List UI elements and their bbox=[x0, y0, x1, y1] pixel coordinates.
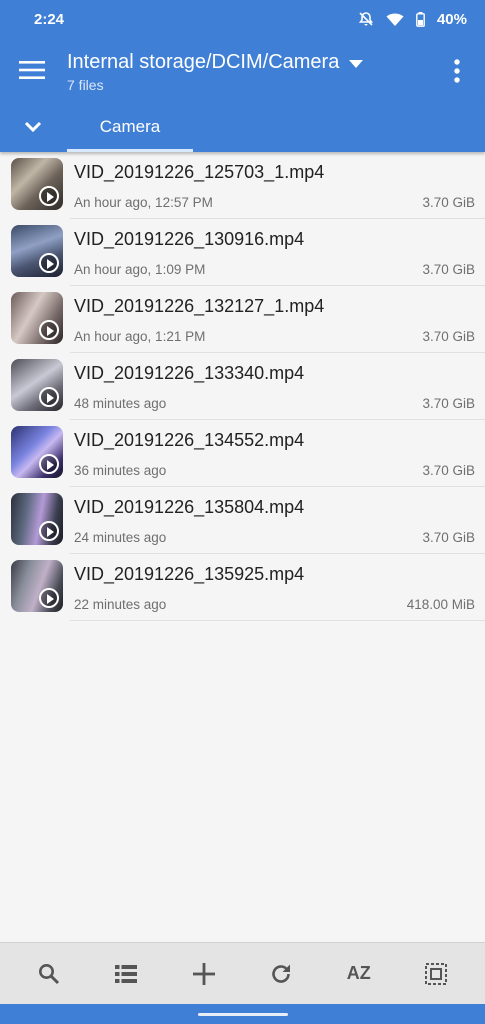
notifications-off-icon bbox=[358, 12, 374, 26]
page-title: Internal storage/DCIM/Camera bbox=[67, 51, 340, 73]
file-date: 48 minutes ago bbox=[74, 396, 167, 411]
status-bar: 2:24 40% bbox=[0, 0, 485, 38]
select-all-button[interactable] bbox=[414, 952, 458, 996]
file-date: An hour ago, 12:57 PM bbox=[74, 195, 213, 210]
search-button[interactable] bbox=[27, 952, 71, 996]
tab-label: Camera bbox=[99, 117, 161, 136]
file-row[interactable]: VID_20191226_130916.mp4 An hour ago, 1:0… bbox=[0, 219, 485, 286]
file-row[interactable]: VID_20191226_133340.mp4 48 minutes ago 3… bbox=[0, 353, 485, 420]
overflow-menu-button[interactable] bbox=[445, 56, 469, 86]
divider bbox=[70, 620, 485, 621]
file-size: 418.00 MiB bbox=[406, 597, 475, 612]
status-time: 2:24 bbox=[34, 10, 65, 28]
file-list: VID_20191226_125703_1.mp4 An hour ago, 1… bbox=[0, 152, 485, 621]
file-name: VID_20191226_125703_1.mp4 bbox=[74, 162, 325, 182]
battery-percent: 40% bbox=[436, 10, 467, 28]
file-date: 36 minutes ago bbox=[74, 463, 167, 478]
sort-label: AZ bbox=[346, 963, 371, 983]
file-name: VID_20191226_132127_1.mp4 bbox=[74, 296, 325, 316]
chevron-down-icon bbox=[24, 121, 42, 133]
refresh-button[interactable] bbox=[259, 952, 303, 996]
search-icon bbox=[38, 963, 59, 984]
file-name: VID_20191226_135925.mp4 bbox=[74, 564, 305, 584]
file-name: VID_20191226_134552.mp4 bbox=[74, 430, 305, 450]
path-selector[interactable]: Internal storage/DCIM/Camera 7 files bbox=[67, 50, 364, 94]
add-button[interactable] bbox=[182, 952, 226, 996]
refresh-icon bbox=[272, 964, 291, 983]
play-icon bbox=[39, 387, 59, 407]
list-view-icon bbox=[115, 964, 138, 983]
file-row[interactable]: VID_20191226_134552.mp4 36 minutes ago 3… bbox=[0, 420, 485, 487]
play-icon bbox=[39, 320, 59, 340]
play-icon bbox=[39, 454, 59, 474]
wifi-icon bbox=[386, 13, 404, 26]
hamburger-menu-icon bbox=[19, 61, 45, 79]
home-gesture-handle[interactable] bbox=[198, 1013, 288, 1016]
tab-bar: Camera bbox=[0, 102, 485, 152]
file-row[interactable]: VID_20191226_135804.mp4 24 minutes ago 3… bbox=[0, 487, 485, 554]
file-row[interactable]: VID_20191226_135925.mp4 22 minutes ago 4… bbox=[0, 554, 485, 621]
file-name: VID_20191226_133340.mp4 bbox=[74, 363, 305, 383]
play-icon bbox=[39, 186, 59, 206]
select-all-icon bbox=[425, 962, 448, 985]
video-thumbnail bbox=[11, 426, 63, 478]
expand-tabs-button[interactable] bbox=[22, 118, 44, 136]
video-thumbnail bbox=[11, 225, 63, 277]
file-row[interactable]: VID_20191226_132127_1.mp4 An hour ago, 1… bbox=[0, 286, 485, 353]
video-thumbnail bbox=[11, 560, 63, 612]
play-icon bbox=[39, 521, 59, 541]
file-size: 3.70 GiB bbox=[422, 195, 475, 210]
app-bar: Internal storage/DCIM/Camera 7 files bbox=[0, 38, 485, 102]
system-nav-bar bbox=[0, 1004, 485, 1024]
file-date: An hour ago, 1:09 PM bbox=[74, 262, 206, 277]
play-icon bbox=[39, 253, 59, 273]
menu-button[interactable] bbox=[18, 58, 46, 82]
file-size: 3.70 GiB bbox=[422, 262, 475, 277]
file-size: 3.70 GiB bbox=[422, 396, 475, 411]
file-size: 3.70 GiB bbox=[422, 463, 475, 478]
tab-camera[interactable]: Camera bbox=[67, 102, 193, 152]
file-row[interactable]: VID_20191226_125703_1.mp4 An hour ago, 1… bbox=[0, 152, 485, 219]
video-thumbnail bbox=[11, 292, 63, 344]
file-date: An hour ago, 1:21 PM bbox=[74, 329, 206, 344]
video-thumbnail bbox=[11, 493, 63, 545]
sort-button[interactable]: AZ bbox=[337, 952, 381, 996]
add-icon bbox=[192, 962, 215, 985]
file-date: 24 minutes ago bbox=[74, 530, 167, 545]
file-date: 22 minutes ago bbox=[74, 597, 167, 612]
file-size: 3.70 GiB bbox=[422, 530, 475, 545]
more-vert-icon bbox=[454, 59, 460, 83]
battery-icon bbox=[416, 11, 425, 27]
file-count: 7 files bbox=[67, 77, 104, 93]
status-icons: 40% bbox=[358, 11, 467, 28]
file-name: VID_20191226_135804.mp4 bbox=[74, 497, 305, 517]
dropdown-arrow-icon bbox=[349, 60, 364, 68]
file-size: 3.70 GiB bbox=[422, 329, 475, 344]
view-mode-button[interactable] bbox=[104, 952, 148, 996]
video-thumbnail bbox=[11, 359, 63, 411]
bottom-toolbar: AZ bbox=[0, 942, 485, 1004]
video-thumbnail bbox=[11, 158, 63, 210]
play-icon bbox=[39, 588, 59, 608]
file-name: VID_20191226_130916.mp4 bbox=[74, 229, 305, 249]
